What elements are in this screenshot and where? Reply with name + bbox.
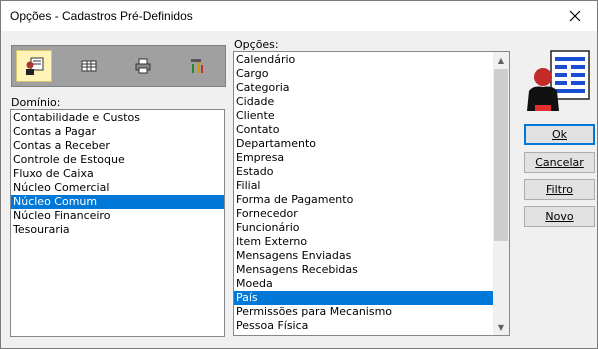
scroll-up-icon[interactable]: ▲	[493, 52, 509, 68]
toolbar-button-tools[interactable]	[179, 50, 215, 82]
dialog-window: Opções - Cadastros Pré-Definidos Domínio…	[0, 0, 598, 349]
list-item[interactable]: Calendário	[234, 53, 493, 67]
novo-button-label: Novo	[545, 210, 574, 223]
opcoes-listbox[interactable]: Calendário Cargo Categoria Cidade Cliente Con…	[233, 51, 510, 336]
list-item[interactable]: Fornecedor	[234, 207, 493, 221]
window-title: Opções - Cadastros Pré-Definidos	[10, 9, 193, 23]
user-card-icon	[26, 57, 44, 75]
list-item[interactable]: Contas a Receber	[11, 139, 224, 153]
list-item[interactable]: Categoria	[234, 81, 493, 95]
list-item[interactable]: Núcleo Comum	[11, 195, 224, 209]
list-item[interactable]: Cargo	[234, 67, 493, 81]
list-item[interactable]: Departamento	[234, 137, 493, 151]
scroll-down-icon[interactable]: ▼	[493, 319, 509, 335]
dominio-items: Contabilidade e Custos Contas a Pagar Cont…	[11, 110, 224, 237]
list-item[interactable]: Item Externo	[234, 235, 493, 249]
opcoes-label: Opções:	[234, 38, 279, 51]
close-button[interactable]	[552, 1, 597, 31]
toolbar-button-users[interactable]	[16, 50, 52, 82]
list-item[interactable]: Núcleo Comercial	[11, 181, 224, 195]
filtro-button-label: Filtro	[546, 183, 573, 196]
spreadsheet-icon	[81, 60, 97, 72]
tools-icon	[191, 59, 203, 73]
list-item[interactable]: Estado	[234, 165, 493, 179]
list-item[interactable]: Contato	[234, 123, 493, 137]
registration-logo-icon	[521, 47, 595, 117]
dominio-listbox[interactable]: Contabilidade e Custos Contas a Pagar Cont…	[10, 109, 225, 337]
ok-button-label: Ok	[551, 128, 568, 141]
scroll-thumb[interactable]	[494, 69, 508, 241]
list-item[interactable]: Tesouraria	[11, 223, 224, 237]
toolbar-button-printer[interactable]	[125, 50, 161, 82]
list-item[interactable]: Moeda	[234, 277, 493, 291]
ok-button[interactable]: Ok	[524, 124, 595, 145]
domain-toolbar	[11, 45, 226, 87]
list-item[interactable]: Núcleo Financeiro	[11, 209, 224, 223]
close-icon	[569, 10, 580, 22]
list-item[interactable]: Cidade	[234, 95, 493, 109]
opcoes-scrollbar[interactable]: ▲ ▼	[493, 52, 509, 335]
cancelar-button-label: Cancelar	[535, 156, 584, 169]
novo-button[interactable]: Novo	[524, 206, 595, 227]
dominio-label: Domínio:	[11, 96, 61, 109]
filtro-button[interactable]: Filtro	[524, 179, 595, 200]
opcoes-items: Calendário Cargo Categoria Cidade Cliente Con…	[234, 52, 509, 333]
cancelar-button[interactable]: Cancelar	[524, 152, 595, 173]
list-item[interactable]: País	[234, 291, 493, 305]
list-item[interactable]: Filial	[234, 179, 493, 193]
list-item[interactable]: Forma de Pagamento	[234, 193, 493, 207]
list-item[interactable]: Mensagens Enviadas	[234, 249, 493, 263]
list-item[interactable]: Contas a Pagar	[11, 125, 224, 139]
list-item[interactable]: Pessoa Física	[234, 319, 493, 333]
list-item[interactable]: Empresa	[234, 151, 493, 165]
printer-icon	[135, 58, 151, 74]
toolbar-button-spreadsheet[interactable]	[71, 50, 107, 82]
list-item[interactable]: Mensagens Recebidas	[234, 263, 493, 277]
title-bar: Opções - Cadastros Pré-Definidos	[1, 1, 597, 31]
list-item[interactable]: Fluxo de Caixa	[11, 167, 224, 181]
list-item[interactable]: Cliente	[234, 109, 493, 123]
list-item[interactable]: Funcionário	[234, 221, 493, 235]
list-item[interactable]: Contabilidade e Custos	[11, 111, 224, 125]
list-item[interactable]: Permissões para Mecanismo	[234, 305, 493, 319]
list-item[interactable]: Controle de Estoque	[11, 153, 224, 167]
